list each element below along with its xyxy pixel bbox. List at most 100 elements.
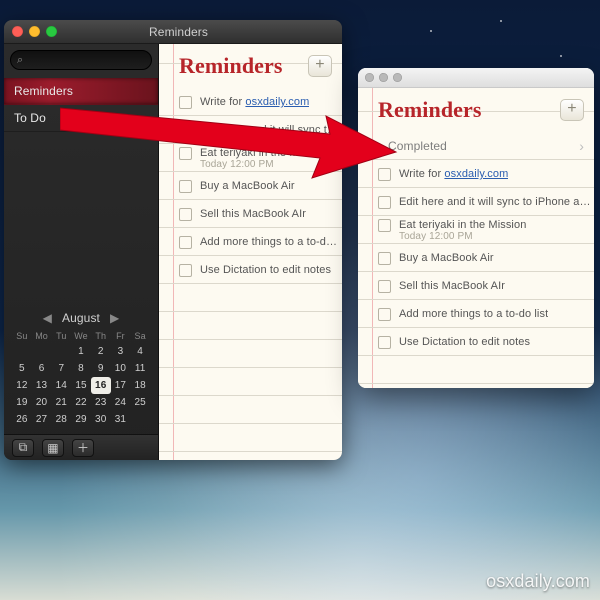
cal-day[interactable]: 10 xyxy=(111,360,131,377)
cal-day[interactable]: 7 xyxy=(51,360,71,377)
cal-day[interactable]: 26 xyxy=(12,411,32,428)
cal-day[interactable]: 25 xyxy=(130,394,150,411)
chevron-right-icon: › xyxy=(579,138,584,154)
checkbox[interactable] xyxy=(179,264,192,277)
checkbox[interactable] xyxy=(179,96,192,109)
watermark: osxdaily.com xyxy=(486,571,590,592)
zoom-icon[interactable] xyxy=(393,73,402,82)
cal-day[interactable]: 4 xyxy=(130,343,150,360)
mini-calendar[interactable]: ◀ August ▶ SuMoTuWeThFrSa123456789101112… xyxy=(4,305,158,434)
cal-dow: Fr xyxy=(111,329,131,343)
cal-day[interactable]: 13 xyxy=(32,377,52,394)
add-reminder-button[interactable]: + xyxy=(308,55,332,77)
reminder-subtext: Today 12:00 PM xyxy=(179,159,342,170)
reminder-subtext: Today 12:00 PM xyxy=(378,231,594,242)
cal-prev-icon[interactable]: ◀ xyxy=(39,311,56,325)
titlebar[interactable] xyxy=(358,68,594,88)
cal-day[interactable]: 9 xyxy=(91,360,111,377)
reminder-item[interactable]: Write for osxdaily.com xyxy=(159,88,342,116)
reminder-item[interactable]: Sell this MacBook AIr xyxy=(358,272,594,300)
reminder-item[interactable]: Write for osxdaily.com xyxy=(358,160,594,188)
reminder-item[interactable]: Use Dictation to edit notes xyxy=(159,256,342,284)
cal-dow: Tu xyxy=(51,329,71,343)
cal-day[interactable]: 14 xyxy=(51,377,71,394)
reminder-item[interactable]: Add more things to a to-do list xyxy=(159,228,342,256)
window-title: Reminders xyxy=(23,25,334,39)
checkbox[interactable] xyxy=(179,124,192,137)
reminder-item[interactable]: Eat teriyaki in the MissionToday 12:00 P… xyxy=(159,144,342,172)
cal-day[interactable]: 29 xyxy=(71,411,91,428)
checkbox[interactable] xyxy=(378,280,391,293)
cal-day[interactable]: 5 xyxy=(12,360,32,377)
cal-day[interactable]: 19 xyxy=(12,394,32,411)
cal-day[interactable]: 11 xyxy=(130,360,150,377)
titlebar[interactable]: Reminders xyxy=(4,20,342,44)
checkbox[interactable] xyxy=(378,336,391,349)
cal-day[interactable]: 31 xyxy=(111,411,131,428)
completed-label: Completed xyxy=(388,139,447,153)
toggle-sidebar-button[interactable]: ⧉ xyxy=(12,439,34,457)
checkbox[interactable] xyxy=(378,196,391,209)
checkbox[interactable] xyxy=(179,180,192,193)
cal-next-icon[interactable]: ▶ xyxy=(106,311,123,325)
search-input[interactable] xyxy=(27,54,169,66)
reminder-link[interactable]: osxdaily.com xyxy=(245,96,309,108)
reminder-text: Sell this MacBook AIr xyxy=(200,208,306,220)
cal-day[interactable]: 21 xyxy=(51,394,71,411)
cal-day[interactable]: 23 xyxy=(91,394,111,411)
reminder-link[interactable]: osxdaily.com xyxy=(444,168,508,180)
cal-day[interactable]: 22 xyxy=(71,394,91,411)
reminder-item[interactable]: Edit here and it will sync to iPhone and… xyxy=(358,188,594,216)
completed-row[interactable]: 1 Completed › xyxy=(358,132,594,160)
add-list-button[interactable]: ＋ xyxy=(72,439,94,457)
sidebar-item-to-do[interactable]: To Do xyxy=(4,105,158,132)
checkbox[interactable] xyxy=(179,236,192,249)
reminder-item[interactable]: Sell this MacBook AIr xyxy=(159,200,342,228)
reminder-item[interactable]: Edit here and it will sync to iPhone and… xyxy=(159,116,342,144)
reminder-text: Use Dictation to edit notes xyxy=(399,336,530,348)
reminder-text: Sell this MacBook AIr xyxy=(399,280,505,292)
cal-dow: Mo xyxy=(32,329,52,343)
cal-day[interactable]: 15 xyxy=(71,377,91,394)
reminder-item[interactable]: Buy a MacBook Air xyxy=(159,172,342,200)
cal-dow: Th xyxy=(91,329,111,343)
reminder-text: Write for osxdaily.com xyxy=(399,168,508,180)
cal-day[interactable]: 20 xyxy=(32,394,52,411)
sidebar-item-reminders[interactable]: Reminders xyxy=(4,78,158,105)
cal-day[interactable]: 1 xyxy=(71,343,91,360)
checkbox[interactable] xyxy=(179,208,192,221)
cal-day[interactable]: 27 xyxy=(32,411,52,428)
cal-day[interactable]: 16 xyxy=(91,377,111,394)
cal-day[interactable]: 2 xyxy=(91,343,111,360)
checkbox[interactable] xyxy=(378,252,391,265)
reminder-text: Use Dictation to edit notes xyxy=(200,264,331,276)
cal-day[interactable]: 12 xyxy=(12,377,32,394)
close-icon[interactable] xyxy=(12,26,23,37)
checkbox[interactable] xyxy=(378,308,391,321)
cal-day[interactable]: 30 xyxy=(91,411,111,428)
cal-day[interactable]: 6 xyxy=(32,360,52,377)
checkbox[interactable] xyxy=(378,168,391,181)
list-heading: Reminders xyxy=(179,53,283,79)
reminder-item[interactable]: Eat teriyaki in the MissionToday 12:00 P… xyxy=(358,216,594,244)
reminder-item[interactable]: Use Dictation to edit notes xyxy=(358,328,594,356)
reminder-item[interactable]: Buy a MacBook Air xyxy=(358,244,594,272)
search-icon: ⌕ xyxy=(17,54,23,67)
cal-dow: Sa xyxy=(130,329,150,343)
reminder-text: Add more things to a to-do list xyxy=(399,308,548,320)
cal-day[interactable]: 24 xyxy=(111,394,131,411)
cal-day[interactable]: 28 xyxy=(51,411,71,428)
cal-month-label: August xyxy=(62,311,100,325)
toggle-calendar-button[interactable]: ▦ xyxy=(42,439,64,457)
cal-day[interactable]: 18 xyxy=(130,377,150,394)
close-icon[interactable] xyxy=(365,73,374,82)
search-field[interactable]: ⌕ xyxy=(10,50,152,70)
cal-day[interactable]: 8 xyxy=(71,360,91,377)
minimize-icon[interactable] xyxy=(379,73,388,82)
cal-day[interactable]: 3 xyxy=(111,343,131,360)
reminder-item[interactable]: Add more things to a to-do list xyxy=(358,300,594,328)
cal-day[interactable]: 17 xyxy=(111,377,131,394)
cal-dow: We xyxy=(71,329,91,343)
reminder-text: Buy a MacBook Air xyxy=(200,180,295,192)
add-reminder-button[interactable]: + xyxy=(560,99,584,121)
